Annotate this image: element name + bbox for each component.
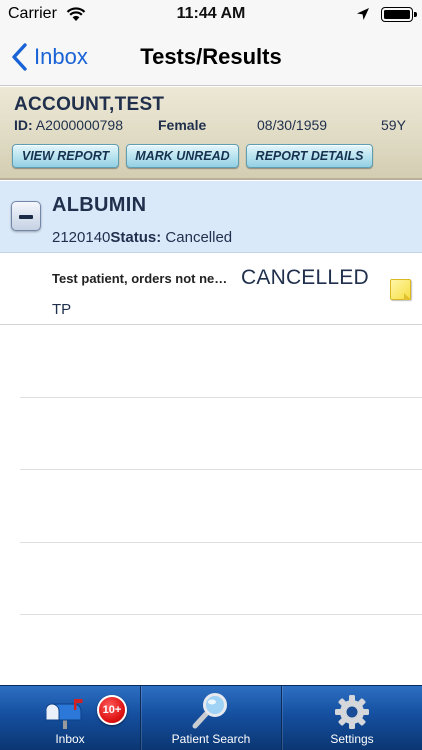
result-code: TP [52,301,72,318]
patient-id: ID: A2000000798 [14,117,123,133]
magnifier-icon [192,693,227,729]
battery-icon [381,7,417,22]
tab-inbox[interactable]: 10+ Inbox [0,686,140,750]
row-divider [20,397,422,398]
patient-id-value: A2000000798 [35,117,123,133]
tab-inbox-label: Inbox [55,732,85,746]
result-status: CANCELLED [241,266,369,289]
test-section-header: ALBUMIN 2120140Status: Cancelled [0,181,422,253]
navigation-bar: Inbox Tests/Results [0,30,422,86]
gear-icon [335,695,369,729]
test-meta: 2120140Status: Cancelled [52,229,232,246]
report-details-button[interactable]: REPORT DETAILS [246,144,373,168]
mark-unread-button[interactable]: MARK UNREAD [126,144,239,168]
patient-header: ACCOUNT,TEST ID: A2000000798 Female 08/3… [0,87,422,180]
patient-dob: 08/30/1959 [257,117,328,133]
status-bar: Carrier 11:44 AM [0,0,422,30]
result-comment: Test patient, orders not ne… [52,271,228,286]
patient-id-label: ID: [14,117,33,133]
tab-settings-label: Settings [330,732,374,746]
test-status-value: Cancelled [165,229,233,246]
test-name: ALBUMIN [52,194,147,216]
test-number: 2120140 [52,229,111,246]
location-arrow-icon [356,7,370,26]
patient-name: ACCOUNT,TEST [14,94,165,115]
tab-settings[interactable]: Settings [281,686,422,750]
view-report-button[interactable]: VIEW REPORT [12,144,119,168]
row-divider [20,469,422,470]
patient-age: 59Y [381,117,406,133]
mailbox-icon [46,699,83,729]
row-divider [20,542,422,543]
row-divider [20,614,422,615]
page-title: Tests/Results [140,44,282,69]
test-status-label: Status: [110,229,162,246]
tab-patient-search[interactable]: Patient Search [140,686,281,750]
tab-bar: 10+ Inbox Patient Search Settings [0,685,422,750]
collapse-minus-icon[interactable] [11,201,41,231]
result-row[interactable]: Test patient, orders not ne… CANCELLED T… [0,253,422,325]
patient-sex: Female [158,117,207,133]
tab-patient-search-label: Patient Search [171,732,251,746]
inbox-badge: 10+ [97,695,127,725]
sticky-note-icon[interactable] [390,279,411,300]
